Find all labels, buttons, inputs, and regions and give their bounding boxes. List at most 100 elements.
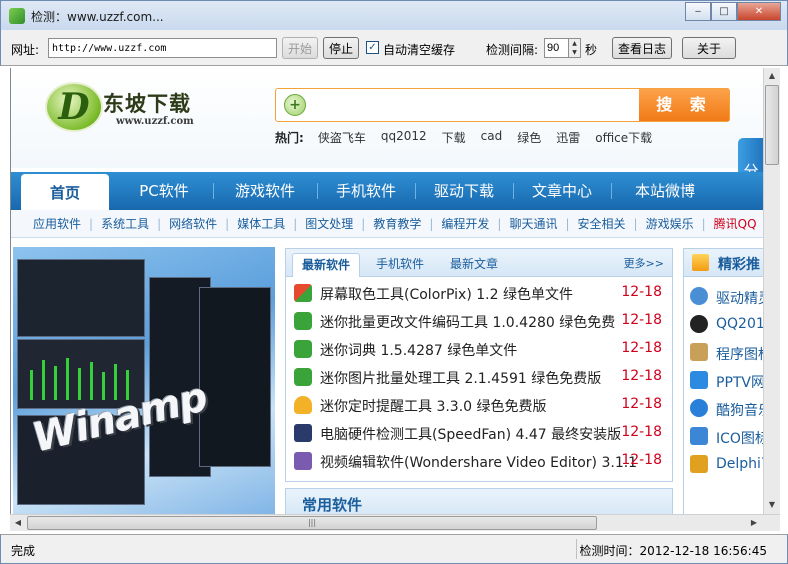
close-button[interactable]: ✕: [737, 2, 781, 21]
list-item[interactable]: 迷你图片批量处理工具 2.1.4591 绿色免费版 12-18: [294, 363, 666, 391]
site-logo-icon[interactable]: D: [45, 82, 103, 132]
picks-title[interactable]: 精彩推: [718, 254, 760, 274]
horizontal-scrollbar[interactable]: ◀ ||| ▶: [10, 514, 780, 531]
subnav-item[interactable]: 聊天通讯: [509, 215, 557, 232]
minimize-button[interactable]: ‒: [685, 2, 711, 21]
nav-games[interactable]: 游戏软件: [217, 172, 313, 210]
pick-item[interactable]: ICO图标: [690, 423, 763, 451]
hot-label: 热门:: [275, 131, 304, 145]
subnav-item[interactable]: 网络软件: [169, 215, 217, 232]
url-label: 网址:: [11, 43, 40, 57]
pick-item[interactable]: 驱动精灵: [690, 283, 763, 311]
subnav-item[interactable]: 系统工具: [101, 215, 149, 232]
url-input[interactable]: [48, 38, 277, 58]
featured-banner[interactable]: Winamp: [13, 247, 275, 514]
interval-input[interactable]: [544, 38, 569, 58]
site-logo-name[interactable]: 东坡下载: [103, 88, 191, 118]
software-date: 12-18: [621, 424, 662, 440]
view-log-button[interactable]: 查看日志: [612, 37, 672, 59]
banner-playlist-panel: [199, 287, 271, 467]
search-icon: +: [284, 94, 306, 116]
pick-item[interactable]: 酷狗音乐: [690, 395, 763, 423]
nav-home[interactable]: 首页: [21, 174, 109, 210]
pick-name[interactable]: 驱动精灵: [716, 288, 763, 308]
hot-keyword[interactable]: 侠盗飞车: [318, 129, 366, 146]
list-item[interactable]: 视频编辑软件(Wondershare Video Editor) 3.1.1 1…: [294, 447, 666, 475]
hot-keyword[interactable]: office下载: [595, 129, 652, 146]
eq-bar: [30, 370, 33, 400]
site-search-box[interactable]: + 搜 索: [275, 88, 730, 122]
software-name[interactable]: 屏幕取色工具(ColorPix) 1.2 绿色单文件: [320, 284, 573, 304]
scroll-right-icon[interactable]: ▶: [746, 515, 762, 531]
pick-name[interactable]: ICO图标: [716, 428, 763, 448]
auto-clear-checkbox[interactable]: ✓: [366, 41, 379, 54]
pick-name[interactable]: PPTV网: [716, 372, 763, 392]
vertical-scrollbar[interactable]: ▲ ▼: [763, 68, 780, 514]
subnav-item[interactable]: 安全相关: [578, 215, 626, 232]
maximize-button[interactable]: □: [711, 2, 737, 21]
green-cube-icon: [294, 368, 312, 386]
about-button[interactable]: 关于: [682, 37, 736, 59]
pick-item[interactable]: 程序图标: [690, 339, 763, 367]
subnav-item[interactable]: 腾讯QQ: [714, 215, 757, 232]
hot-keyword[interactable]: cad: [481, 129, 503, 146]
interval-unit: 秒: [585, 43, 598, 57]
pick-item[interactable]: QQ201: [690, 311, 763, 339]
nav-drivers[interactable]: 驱动下载: [419, 172, 509, 210]
web-view: D 东坡下载 www.uzzf.com + 搜 索 热门: 侠盗飞车 qq201…: [10, 68, 763, 514]
start-button[interactable]: 开始: [282, 37, 318, 59]
nav-divider: [513, 183, 514, 199]
list-item[interactable]: 迷你定时提醒工具 3.3.0 绿色免费版 12-18: [294, 391, 666, 419]
software-name[interactable]: 迷你批量更改文件编码工具 1.0.4280 绿色免费: [320, 312, 615, 332]
site-search-button[interactable]: 搜 索: [639, 89, 729, 121]
software-name[interactable]: 视频编辑软件(Wondershare Video Editor) 3.1.1: [320, 452, 637, 472]
software-name[interactable]: 迷你定时提醒工具 3.3.0 绿色免费版: [320, 396, 547, 416]
nav-pc-software[interactable]: PC软件: [119, 172, 209, 210]
interval-spinner[interactable]: ▲ ▼: [568, 38, 581, 58]
subnav-item[interactable]: 媒体工具: [237, 215, 285, 232]
ico-icon: [690, 427, 708, 445]
software-name[interactable]: 迷你词典 1.5.4287 绿色单文件: [320, 340, 517, 360]
common-software-title[interactable]: 常用软件: [302, 494, 362, 514]
hot-keyword[interactable]: qq2012: [381, 129, 427, 146]
more-link[interactable]: 更多>>: [624, 255, 664, 271]
scroll-left-icon[interactable]: ◀: [10, 515, 26, 531]
app-icon: [9, 8, 25, 24]
hot-keyword[interactable]: 下载: [442, 129, 466, 146]
nav-weibo[interactable]: 本站微博: [615, 172, 715, 210]
scroll-up-icon[interactable]: ▲: [764, 68, 780, 84]
scroll-down-icon[interactable]: ▼: [764, 497, 780, 513]
list-item[interactable]: 电脑硬件检测工具(SpeedFan) 4.47 最终安装版 12-18: [294, 419, 666, 447]
software-date: 12-18: [621, 312, 662, 328]
pick-item[interactable]: PPTV网: [690, 367, 763, 395]
spin-up-icon[interactable]: ▲: [569, 39, 580, 48]
list-item[interactable]: 迷你批量更改文件编码工具 1.0.4280 绿色免费 12-18: [294, 307, 666, 335]
tab-mobile-software[interactable]: 手机软件: [366, 253, 434, 277]
hot-keyword[interactable]: 迅雷: [556, 129, 580, 146]
software-date: 12-18: [621, 340, 662, 356]
pick-name[interactable]: 酷狗音乐: [716, 400, 763, 420]
pick-name[interactable]: 程序图标: [716, 344, 763, 364]
tab-latest-articles[interactable]: 最新文章: [440, 253, 508, 277]
subnav-item[interactable]: 图文处理: [305, 215, 353, 232]
subnav-item[interactable]: 游戏娱乐: [646, 215, 694, 232]
subnav-item[interactable]: 应用软件: [33, 215, 81, 232]
pick-name[interactable]: QQ201: [716, 316, 763, 332]
list-item[interactable]: 屏幕取色工具(ColorPix) 1.2 绿色单文件 12-18: [294, 279, 666, 307]
subnav-item[interactable]: 教育教学: [373, 215, 421, 232]
software-name[interactable]: 电脑硬件检测工具(SpeedFan) 4.47 最终安装版: [320, 424, 621, 444]
spin-down-icon[interactable]: ▼: [569, 48, 580, 57]
pick-item[interactable]: Delphi7: [690, 451, 763, 479]
nav-articles[interactable]: 文章中心: [517, 172, 607, 210]
subnav-item[interactable]: 编程开发: [441, 215, 489, 232]
stop-button[interactable]: 停止: [323, 37, 359, 59]
tab-latest-software[interactable]: 最新软件: [292, 253, 360, 277]
software-name[interactable]: 迷你图片批量处理工具 2.1.4591 绿色免费版: [320, 368, 601, 388]
horizontal-scroll-thumb[interactable]: |||: [27, 516, 597, 530]
list-item[interactable]: 迷你词典 1.5.4287 绿色单文件 12-18: [294, 335, 666, 363]
hot-keyword[interactable]: 绿色: [517, 129, 541, 146]
vertical-scroll-thumb[interactable]: [765, 85, 779, 165]
pick-name[interactable]: Delphi7: [716, 456, 763, 472]
nav-mobile-software[interactable]: 手机软件: [321, 172, 411, 210]
latest-tabs: 最新软件 手机软件 最新文章 更多>>: [286, 249, 672, 277]
